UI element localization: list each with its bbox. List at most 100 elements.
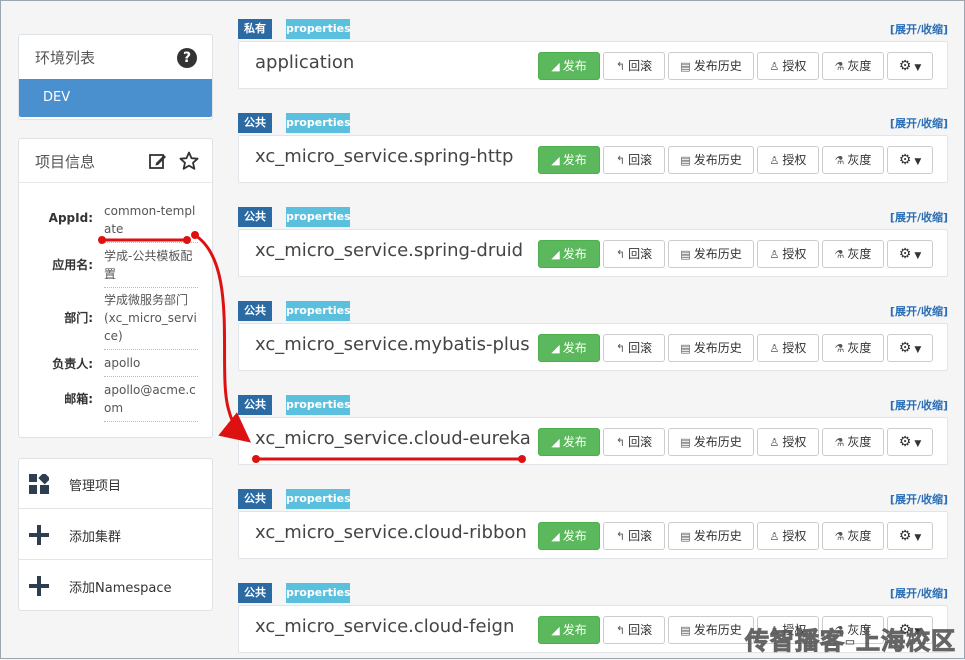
namespace-header: xc_micro_service.spring-druid ◢ 发布 ↰ 回滚 ▤ 发…	[238, 229, 948, 277]
help-icon[interactable]: ?	[177, 48, 197, 68]
authorize-button[interactable]: ♙ 授权	[757, 240, 819, 268]
gear-icon: ⚙	[898, 340, 912, 356]
publish-button[interactable]: ◢ 发布	[538, 146, 600, 174]
format-badge: properties	[286, 19, 351, 39]
publish-button[interactable]: ◢ 发布	[538, 240, 600, 268]
settings-dropdown[interactable]: ⚙ ▼	[887, 52, 933, 80]
release-history-button[interactable]: ▤ 发布历史	[668, 334, 754, 362]
auth-label: 授权	[782, 341, 807, 355]
expand-collapse-link[interactable]: [展开/收缩]	[890, 21, 948, 37]
gray-release-button[interactable]: ⚗ 灰度	[822, 240, 884, 268]
caret-down-icon: ▼	[914, 63, 922, 73]
send-icon: ◢	[551, 436, 560, 449]
calendar-icon: ▤	[680, 436, 691, 449]
release-history-button[interactable]: ▤ 发布历史	[668, 428, 754, 456]
user-icon: ♙	[769, 342, 780, 355]
flask-icon: ⚗	[834, 530, 845, 543]
release-history-button[interactable]: ▤ 发布历史	[668, 146, 754, 174]
expand-collapse-link[interactable]: [展开/收缩]	[890, 115, 948, 131]
project-info-panel: 项目信息 AppId: common-template 应用名: 学成-公共模板…	[18, 138, 213, 438]
authorize-button[interactable]: ♙ 授权	[757, 522, 819, 550]
settings-dropdown[interactable]: ⚙ ▼	[887, 334, 933, 362]
settings-dropdown[interactable]: ⚙ ▼	[887, 428, 933, 456]
scope-badge: 公共	[238, 395, 272, 415]
namespace-spring-http: 公共 properties [展开/收缩] xc_micro_service.s…	[238, 113, 948, 183]
dashboard-icon	[29, 474, 49, 494]
history-label: 发布历史	[693, 153, 742, 167]
edit-icon[interactable]	[149, 152, 167, 170]
authorize-button[interactable]: ♙ 授权	[757, 334, 819, 362]
calendar-icon: ▤	[680, 624, 691, 637]
publish-button[interactable]: ◢ 发布	[538, 334, 600, 362]
env-item-dev[interactable]: DEV	[19, 79, 212, 117]
gray-label: 灰度	[847, 529, 872, 543]
expand-collapse-link[interactable]: [展开/收缩]	[890, 491, 948, 507]
release-history-button[interactable]: ▤ 发布历史	[668, 616, 754, 644]
undo-icon: ↰	[615, 530, 626, 543]
user-icon: ♙	[769, 248, 780, 261]
publish-button[interactable]: ◢ 发布	[538, 522, 600, 550]
namespace-header: xc_micro_service.cloud-ribbon ◢ 发布 ↰ 回滚 ▤ 发…	[238, 511, 948, 559]
undo-icon: ↰	[615, 248, 626, 261]
expand-collapse-link[interactable]: [展开/收缩]	[890, 397, 948, 413]
publish-button[interactable]: ◢ 发布	[538, 52, 600, 80]
env-list-panel: 环境列表 ? DEV	[18, 34, 213, 120]
gear-icon: ⚙	[898, 434, 912, 450]
release-history-button[interactable]: ▤ 发布历史	[668, 522, 754, 550]
gray-release-button[interactable]: ⚗ 灰度	[822, 522, 884, 550]
rollback-button[interactable]: ↰ 回滚	[603, 52, 665, 80]
rollback-button[interactable]: ↰ 回滚	[603, 522, 665, 550]
add-namespace-button[interactable]: 添加Namespace	[19, 561, 212, 611]
flask-icon: ⚗	[834, 436, 845, 449]
rollback-label: 回滚	[628, 59, 653, 73]
department-value: 学成微服务部门(xc_micro_service)	[104, 291, 198, 350]
authorize-button[interactable]: ♙ 授权	[757, 146, 819, 174]
rollback-label: 回滚	[628, 153, 653, 167]
gray-release-button[interactable]: ⚗ 灰度	[822, 52, 884, 80]
settings-dropdown[interactable]: ⚙ ▼	[887, 240, 933, 268]
app-name-value: 学成-公共模板配置	[104, 247, 198, 288]
rollback-button[interactable]: ↰ 回滚	[603, 146, 665, 174]
release-history-button[interactable]: ▤ 发布历史	[668, 240, 754, 268]
publish-button[interactable]: ◢ 发布	[538, 428, 600, 456]
add-cluster-button[interactable]: 添加集群	[19, 510, 212, 560]
project-actions-panel: 管理项目 添加集群 添加Namespace	[18, 458, 213, 611]
gray-release-button[interactable]: ⚗ 灰度	[822, 146, 884, 174]
flask-icon: ⚗	[834, 248, 845, 261]
owner-value: apollo	[104, 354, 198, 377]
scope-badge: 公共	[238, 489, 272, 509]
rollback-button[interactable]: ↰ 回滚	[603, 334, 665, 362]
rollback-button[interactable]: ↰ 回滚	[603, 240, 665, 268]
divider	[19, 182, 212, 183]
star-icon[interactable]	[179, 151, 199, 171]
expand-collapse-link[interactable]: [展开/收缩]	[890, 209, 948, 225]
undo-icon: ↰	[615, 60, 626, 73]
calendar-icon: ▤	[680, 154, 691, 167]
expand-collapse-link[interactable]: [展开/收缩]	[890, 585, 948, 601]
watermark: 传智播客-上海校区	[745, 627, 956, 656]
flask-icon: ⚗	[834, 60, 845, 73]
scope-badge: 公共	[238, 583, 272, 603]
publish-label: 发布	[562, 59, 587, 73]
settings-dropdown[interactable]: ⚙ ▼	[887, 522, 933, 550]
gray-release-button[interactable]: ⚗ 灰度	[822, 428, 884, 456]
undo-icon: ↰	[615, 342, 626, 355]
settings-dropdown[interactable]: ⚙ ▼	[887, 146, 933, 174]
authorize-button[interactable]: ♙ 授权	[757, 428, 819, 456]
format-badge: properties	[286, 207, 351, 227]
caret-down-icon: ▼	[914, 251, 922, 261]
manage-project-button[interactable]: 管理项目	[19, 459, 212, 509]
plus-icon	[29, 525, 49, 545]
user-icon: ♙	[769, 60, 780, 73]
authorize-button[interactable]: ♙ 授权	[757, 52, 819, 80]
publish-button[interactable]: ◢ 发布	[538, 616, 600, 644]
scope-badge: 公共	[238, 207, 272, 227]
rollback-label: 回滚	[628, 623, 653, 637]
release-history-button[interactable]: ▤ 发布历史	[668, 52, 754, 80]
expand-collapse-link[interactable]: [展开/收缩]	[890, 303, 948, 319]
rollback-label: 回滚	[628, 529, 653, 543]
rollback-button[interactable]: ↰ 回滚	[603, 616, 665, 644]
gray-release-button[interactable]: ⚗ 灰度	[822, 334, 884, 362]
rollback-button[interactable]: ↰ 回滚	[603, 428, 665, 456]
publish-label: 发布	[562, 153, 587, 167]
